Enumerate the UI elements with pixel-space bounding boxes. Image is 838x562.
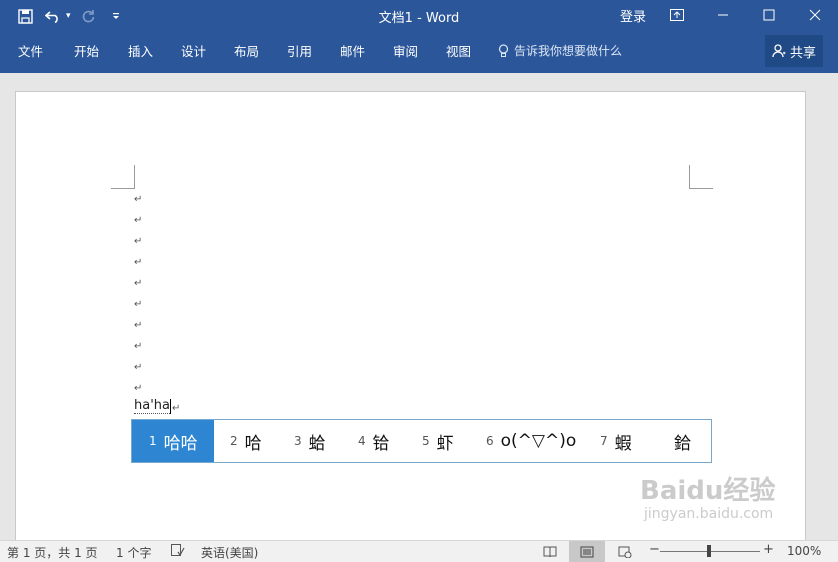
status-bar: 第 1 页，共 1 页 1 个字 英语(美国) − + 100% [0,540,838,562]
paragraph-mark: ↵ [172,403,181,414]
signin-button[interactable]: 登录 [620,6,646,25]
tab-insert[interactable]: 插入 [128,41,153,60]
print-layout-icon[interactable] [569,541,605,562]
undo-icon[interactable] [42,5,64,27]
tab-home[interactable]: 开始 [74,41,99,60]
paragraph-mark: ↵ [134,278,143,289]
paragraph-mark: ↵ [134,320,143,331]
redo-icon[interactable] [77,5,99,27]
page-count[interactable]: 第 1 页，共 1 页 [7,544,98,561]
zoom-slider-thumb[interactable] [707,545,711,557]
minimize-icon[interactable] [700,0,746,30]
tab-layout[interactable]: 布局 [234,41,259,60]
person-icon [772,44,786,58]
paragraph-mark: ↵ [134,299,143,310]
composition-text[interactable]: ha'ha ↵ [134,398,180,414]
typed-pinyin: ha'ha [134,398,170,414]
ime-candidate[interactable]: 3蛤 [278,420,342,462]
maximize-icon[interactable] [746,0,792,30]
zoom-in-button[interactable]: + [763,542,774,557]
ime-candidate[interactable]: 6 o(^▽^)o [470,420,584,462]
tab-references[interactable]: 引用 [287,41,312,60]
tab-mailings[interactable]: 邮件 [340,41,365,60]
word-count[interactable]: 1 个字 [116,544,151,561]
ime-candidate[interactable]: 5虾 [406,420,470,462]
paragraph-mark: ↵ [134,215,143,226]
text-cursor [170,399,171,414]
ime-candidate[interactable]: 2哈 [214,420,278,462]
tab-design[interactable]: 设计 [181,41,206,60]
paragraph-mark: ↵ [134,257,143,268]
ime-candidate[interactable]: 4铪 [342,420,406,462]
window-controls [654,0,838,30]
undo-dropdown-icon[interactable]: ▾ [66,11,71,21]
paragraph-mark: ↵ [134,362,143,373]
paragraph-mark: ↵ [134,236,143,247]
tab-view[interactable]: 视图 [446,41,471,60]
zoom-level[interactable]: 100% [787,544,821,558]
ribbon-tabs: 文件 开始 插入 设计 布局 引用 邮件 审阅 视图 告诉我你想要做什么 共享 [0,32,838,73]
share-label: 共享 [789,45,816,61]
ime-candidate[interactable]: 鉿 [650,420,710,462]
title-bar: ▾ 文档1 - Word 登录 [0,0,838,32]
tab-review[interactable]: 审阅 [393,41,418,60]
zoom-out-button[interactable]: − [649,542,660,557]
paragraph-mark: ↵ [134,383,143,394]
ime-candidate-bar: 1 哈哈 2哈 3蛤 4铪 5虾 6 o(^▽^)o 7蝦 鉿 [131,419,712,463]
baidu-watermark: Baidu经验 jingyan.baidu.com [640,476,776,522]
crop-mark-top-right [689,165,713,189]
web-layout-icon[interactable] [607,541,643,562]
ime-candidate[interactable]: 7蝦 [584,420,650,462]
paragraph-mark: ↵ [134,341,143,352]
crop-mark-top-left [111,165,135,189]
lightbulb-icon [498,43,509,57]
tell-me-box[interactable]: 告诉我你想要做什么 [498,42,622,59]
proofing-icon[interactable] [171,544,185,560]
language-indicator[interactable]: 英语(美国) [201,544,258,561]
quick-access-toolbar: ▾ [14,5,127,27]
paragraph-mark: ↵ [134,194,143,205]
tab-file[interactable]: 文件 [18,41,43,60]
save-icon[interactable] [14,5,36,27]
tell-me-text: 告诉我你想要做什么 [514,44,623,58]
document-canvas[interactable]: ↵ ↵ ↵ ↵ ↵ ↵ ↵ ↵ ↵ ↵ ha'ha ↵ [0,73,838,551]
close-icon[interactable] [792,0,838,30]
read-mode-icon[interactable] [532,541,568,562]
customize-qat-icon[interactable] [105,5,127,27]
share-button[interactable]: 共享 [765,35,823,67]
ribbon-display-options-icon[interactable] [654,0,700,30]
ime-candidate[interactable]: 1 哈哈 [132,420,214,462]
